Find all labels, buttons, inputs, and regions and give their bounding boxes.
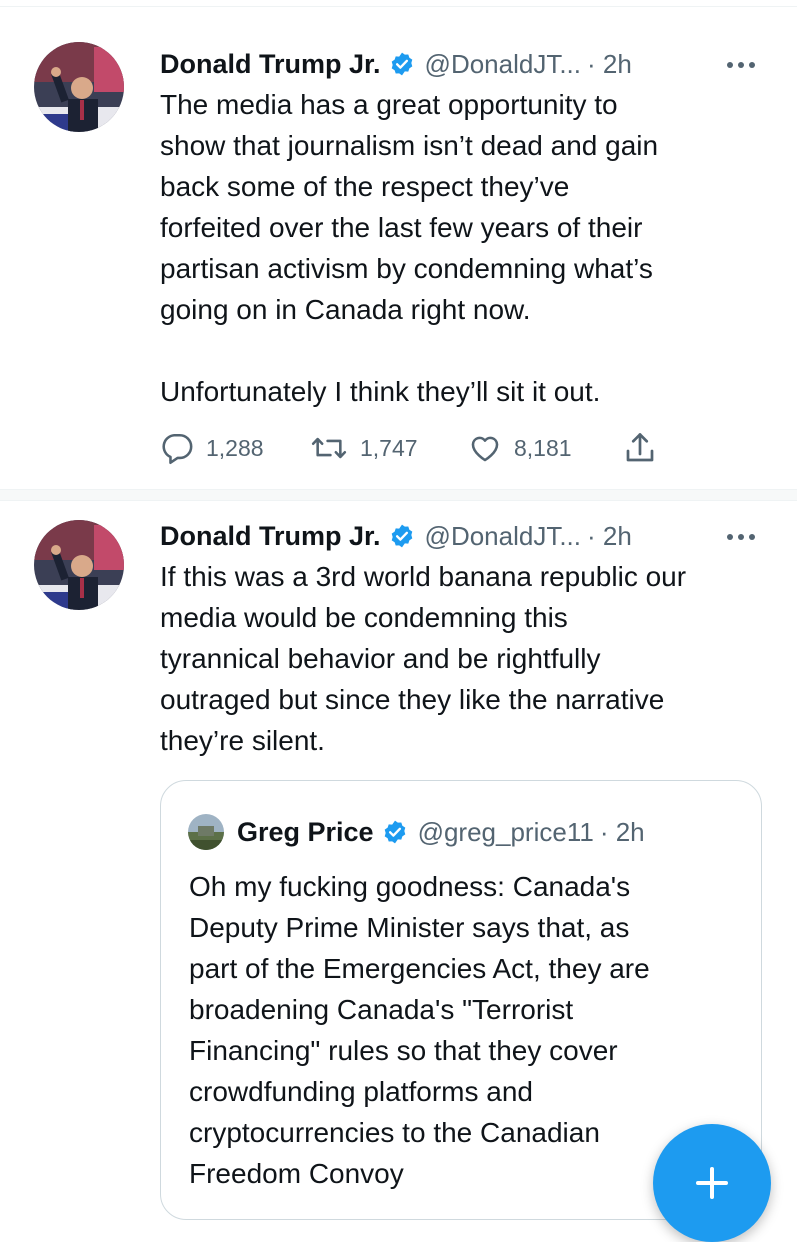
like-count: 8,181 xyxy=(514,434,572,461)
quoted-author-handle: @greg_price11 xyxy=(417,816,594,847)
more-options-icon[interactable] xyxy=(722,527,762,547)
avatar[interactable] xyxy=(34,42,124,132)
verified-badge-icon xyxy=(389,523,415,549)
author-handle[interactable]: @DonaldJT... xyxy=(425,521,581,552)
tweet-text: If this was a 3rd world banana republic … xyxy=(160,561,687,756)
tweet-text: The media has a great opportunity to sho… xyxy=(160,89,659,407)
tweet-1[interactable]: Donald Trump Jr. @DonaldJT... · 2h The m… xyxy=(0,0,797,489)
author-name[interactable]: Donald Trump Jr. xyxy=(160,49,381,80)
reply-count: 1,288 xyxy=(206,434,264,461)
tweet-header: Donald Trump Jr. @DonaldJT... · 2h xyxy=(160,44,632,84)
verified-badge-icon xyxy=(382,819,408,845)
retweet-icon xyxy=(311,437,347,459)
compose-tweet-button[interactable] xyxy=(653,1124,771,1242)
compose-plus-icon-stroke xyxy=(710,1167,714,1199)
quoted-timestamp: · 2h xyxy=(599,816,645,847)
avatar[interactable] xyxy=(34,520,124,610)
timestamp[interactable]: · 2h xyxy=(587,521,632,552)
author-name[interactable]: Donald Trump Jr. xyxy=(160,521,381,552)
quoted-avatar xyxy=(188,814,224,850)
quoted-author-name: Greg Price xyxy=(237,816,374,847)
share-button[interactable] xyxy=(622,430,670,466)
quoted-tweet-text: Oh my fucking goodness: Canada's Deputy … xyxy=(189,871,650,1189)
verified-badge-icon xyxy=(389,51,415,77)
reply-icon xyxy=(162,433,193,465)
like-button[interactable]: 8,181 xyxy=(468,430,572,466)
like-icon xyxy=(471,436,499,462)
timestamp[interactable]: · 2h xyxy=(587,49,632,80)
author-handle[interactable]: @DonaldJT... xyxy=(425,49,581,80)
retweet-button[interactable]: 1,747 xyxy=(310,430,418,466)
retweet-count: 1,747 xyxy=(360,434,418,461)
reply-button[interactable]: 1,288 xyxy=(160,430,264,466)
quoted-header: Greg Price @greg_price11 · 2h xyxy=(237,812,645,852)
more-options-icon[interactable] xyxy=(722,55,762,75)
tweet-header: Donald Trump Jr. @DonaldJT... · 2h xyxy=(160,516,632,556)
share-icon xyxy=(626,433,654,462)
tweet-actions: 1,288 1,747 8,181 xyxy=(160,430,680,466)
